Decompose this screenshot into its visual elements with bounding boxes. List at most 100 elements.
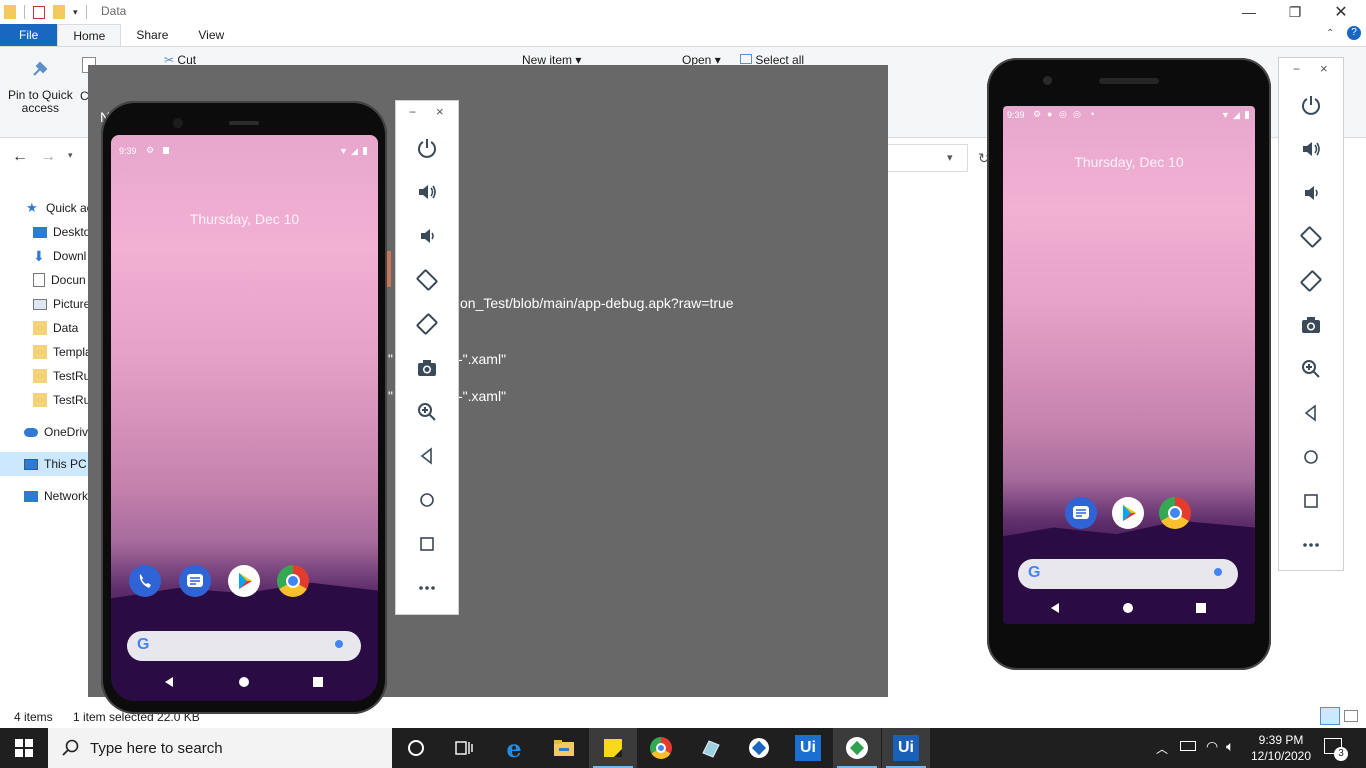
rotate-left-icon[interactable] bbox=[396, 265, 458, 295]
zoom-icon[interactable] bbox=[1279, 354, 1343, 384]
start-button[interactable] bbox=[0, 728, 48, 768]
rotate-right-icon[interactable] bbox=[396, 309, 458, 339]
edge-icon[interactable]: e bbox=[490, 728, 538, 768]
power-icon[interactable] bbox=[396, 133, 458, 163]
toolbar-close-button[interactable]: × bbox=[436, 104, 444, 119]
nav-home-button[interactable] bbox=[239, 677, 249, 687]
uipath-icon[interactable]: Ui bbox=[784, 728, 832, 768]
forward-arrow-icon[interactable]: → bbox=[40, 148, 56, 166]
nav-data[interactable]: Data bbox=[0, 316, 90, 340]
nav-home-button[interactable] bbox=[1123, 603, 1133, 613]
wifi-icon: ▼ bbox=[1221, 110, 1230, 120]
google-search-bar[interactable]: G bbox=[127, 631, 361, 661]
nav-network[interactable]: Network bbox=[0, 484, 90, 508]
assistant-icon[interactable] bbox=[335, 640, 343, 648]
volume-up-icon[interactable] bbox=[1279, 134, 1343, 164]
chrome-icon[interactable] bbox=[637, 728, 685, 768]
details-view-icon[interactable] bbox=[1320, 707, 1340, 725]
collapse-ribbon-icon[interactable]: ⌃ bbox=[1326, 28, 1334, 39]
nav-onedrive[interactable]: OneDriv bbox=[0, 420, 90, 444]
assistant-icon[interactable] bbox=[1214, 568, 1222, 576]
close-button[interactable]: ✕ bbox=[1318, 0, 1364, 24]
app-icon[interactable] bbox=[735, 728, 783, 768]
messages-icon[interactable] bbox=[1065, 497, 1097, 529]
system-clock[interactable]: 9:39 PM 12/10/2020 bbox=[1238, 732, 1324, 764]
rotate-left-icon[interactable] bbox=[1279, 222, 1343, 252]
pin-to-quick-access-button[interactable]: Pin to Quick access bbox=[8, 89, 73, 115]
tab-view[interactable]: View bbox=[183, 24, 239, 46]
overview-icon[interactable] bbox=[1279, 486, 1343, 516]
task-view-icon[interactable] bbox=[440, 728, 488, 768]
nav-pictures[interactable]: Picture bbox=[0, 292, 90, 316]
back-icon[interactable] bbox=[396, 441, 458, 471]
overview-icon[interactable] bbox=[396, 529, 458, 559]
customize-qat-icon[interactable]: ▾ bbox=[73, 7, 78, 18]
back-arrow-icon[interactable]: ← bbox=[12, 148, 28, 166]
status-bar: 9:39 ⚙ ▼ ◢ bbox=[111, 135, 378, 157]
camera-icon[interactable] bbox=[1279, 310, 1343, 340]
phone-icon[interactable] bbox=[129, 565, 161, 597]
wifi-icon[interactable]: ◠ bbox=[1206, 738, 1218, 755]
recent-locations-icon[interactable]: ▾ bbox=[68, 150, 73, 161]
phone-screen[interactable]: 9:39 ⚙ ● ◎ ◎ • ▼ ◢ Thursday, Dec 10 G bbox=[1003, 106, 1255, 624]
address-field[interactable]: ▾ bbox=[886, 144, 968, 172]
new-folder-icon[interactable] bbox=[53, 5, 65, 19]
nav-overview-button[interactable] bbox=[313, 677, 323, 687]
nav-this-pc[interactable]: This PC bbox=[0, 452, 90, 476]
nav-quick-access[interactable]: ★ Quick ac bbox=[0, 196, 90, 220]
more-icon[interactable] bbox=[396, 573, 458, 603]
battery-icon[interactable] bbox=[1180, 741, 1196, 751]
nav-testrun-2[interactable]: TestRu bbox=[0, 388, 90, 412]
cortana-icon[interactable] bbox=[392, 728, 440, 768]
nav-templates[interactable]: Templa bbox=[0, 340, 90, 364]
nav-back-button[interactable] bbox=[1051, 603, 1059, 613]
power-icon[interactable] bbox=[1279, 90, 1343, 120]
help-icon[interactable]: ? bbox=[1347, 26, 1361, 40]
nav-downloads[interactable]: ⬇ Downl bbox=[0, 244, 90, 268]
xaml-text-1: -".xaml" bbox=[458, 351, 507, 367]
chrome-icon[interactable] bbox=[1159, 497, 1191, 529]
tab-home[interactable]: Home bbox=[57, 24, 122, 46]
volume-down-icon[interactable] bbox=[1279, 178, 1343, 208]
play-store-icon[interactable] bbox=[228, 565, 260, 597]
phone-screen[interactable]: 9:39 ⚙ ▼ ◢ Thursday, Dec 10 G bbox=[111, 135, 378, 701]
search-icon bbox=[62, 739, 79, 756]
nav-back-button[interactable] bbox=[165, 677, 173, 687]
battery-icon bbox=[1245, 111, 1249, 119]
back-icon[interactable] bbox=[1279, 398, 1343, 428]
nav-desktop[interactable]: Deskto bbox=[0, 220, 90, 244]
nav-testrun-1[interactable]: TestRu bbox=[0, 364, 90, 388]
home-icon[interactable] bbox=[1279, 442, 1343, 472]
address-dropdown-icon[interactable]: ▾ bbox=[947, 151, 953, 164]
app-icon[interactable] bbox=[833, 728, 881, 768]
play-store-icon[interactable] bbox=[1112, 497, 1144, 529]
sticky-notes-icon[interactable] bbox=[589, 728, 637, 768]
volume-icon[interactable]: 🔈︎ bbox=[1226, 738, 1234, 755]
rotate-right-icon[interactable] bbox=[1279, 266, 1343, 296]
toolbar-minimize-button[interactable]: − bbox=[409, 105, 416, 119]
google-search-bar[interactable]: G bbox=[1018, 559, 1238, 589]
taskbar-search-box[interactable]: Type here to search bbox=[48, 728, 392, 768]
more-icon[interactable] bbox=[1279, 530, 1343, 560]
toolbar-minimize-button[interactable]: − bbox=[1293, 62, 1300, 76]
app-icon[interactable] bbox=[686, 728, 734, 768]
large-icons-view-icon[interactable] bbox=[1344, 710, 1358, 722]
messages-icon[interactable] bbox=[179, 565, 211, 597]
camera-icon[interactable] bbox=[396, 353, 458, 383]
maximize-button[interactable]: ❐ bbox=[1272, 0, 1318, 24]
toolbar-close-button[interactable]: × bbox=[1320, 61, 1328, 76]
properties-icon[interactable] bbox=[33, 5, 45, 19]
nav-documents[interactable]: Docun bbox=[0, 268, 90, 292]
uipath-icon[interactable]: Ui bbox=[882, 728, 930, 768]
volume-up-icon[interactable] bbox=[396, 177, 458, 207]
zoom-icon[interactable] bbox=[396, 397, 458, 427]
home-icon[interactable] bbox=[396, 485, 458, 515]
chrome-icon[interactable] bbox=[277, 565, 309, 597]
tab-file[interactable]: File bbox=[0, 24, 58, 46]
minimize-button[interactable]: — bbox=[1226, 0, 1272, 24]
nav-overview-button[interactable] bbox=[1196, 603, 1206, 613]
tab-share[interactable]: Share bbox=[121, 24, 183, 46]
file-explorer-icon[interactable] bbox=[540, 728, 588, 768]
show-hidden-icons[interactable]: ︿ bbox=[1156, 740, 1168, 757]
volume-down-icon[interactable] bbox=[396, 221, 458, 251]
